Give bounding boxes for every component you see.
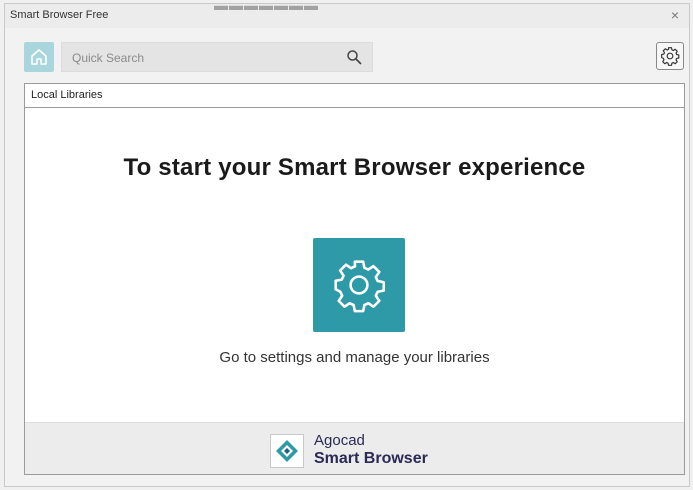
settings-button[interactable] — [656, 42, 684, 70]
panel-header: Local Libraries — [25, 84, 684, 108]
brand-product: Smart Browser — [314, 450, 428, 467]
home-icon — [31, 49, 47, 65]
partial-overlapping-text: ▬▬▬▬▬▬▬ — [214, 0, 319, 13]
footer: Agocad Smart Browser — [25, 422, 684, 474]
title-bar: Smart Browser Free ▬▬▬▬▬▬▬ × — [5, 0, 689, 28]
local-libraries-panel: Local Libraries To start your Smart Brow… — [24, 83, 685, 475]
window-title: Smart Browser Free — [10, 9, 109, 21]
search-input[interactable] — [70, 48, 344, 68]
open-settings-button[interactable] — [313, 238, 405, 332]
gear-icon — [661, 47, 680, 66]
quick-search-box — [61, 42, 373, 72]
close-button[interactable]: × — [667, 7, 683, 23]
welcome-heading: To start your Smart Browser experience — [123, 154, 586, 181]
toolbar — [24, 41, 684, 73]
brand-company: Agocad — [314, 432, 365, 449]
agocad-logo — [270, 434, 304, 468]
panel-title: Local Libraries — [31, 89, 103, 101]
app-window: Smart Browser Free ▬▬▬▬▬▬▬ × Local Libra… — [4, 0, 690, 487]
settings-instruction: Go to settings and manage your libraries — [219, 349, 490, 366]
home-button[interactable] — [24, 42, 54, 72]
agocad-logo-icon — [276, 440, 298, 462]
gear-icon — [334, 260, 386, 313]
search-icon[interactable] — [346, 49, 362, 65]
